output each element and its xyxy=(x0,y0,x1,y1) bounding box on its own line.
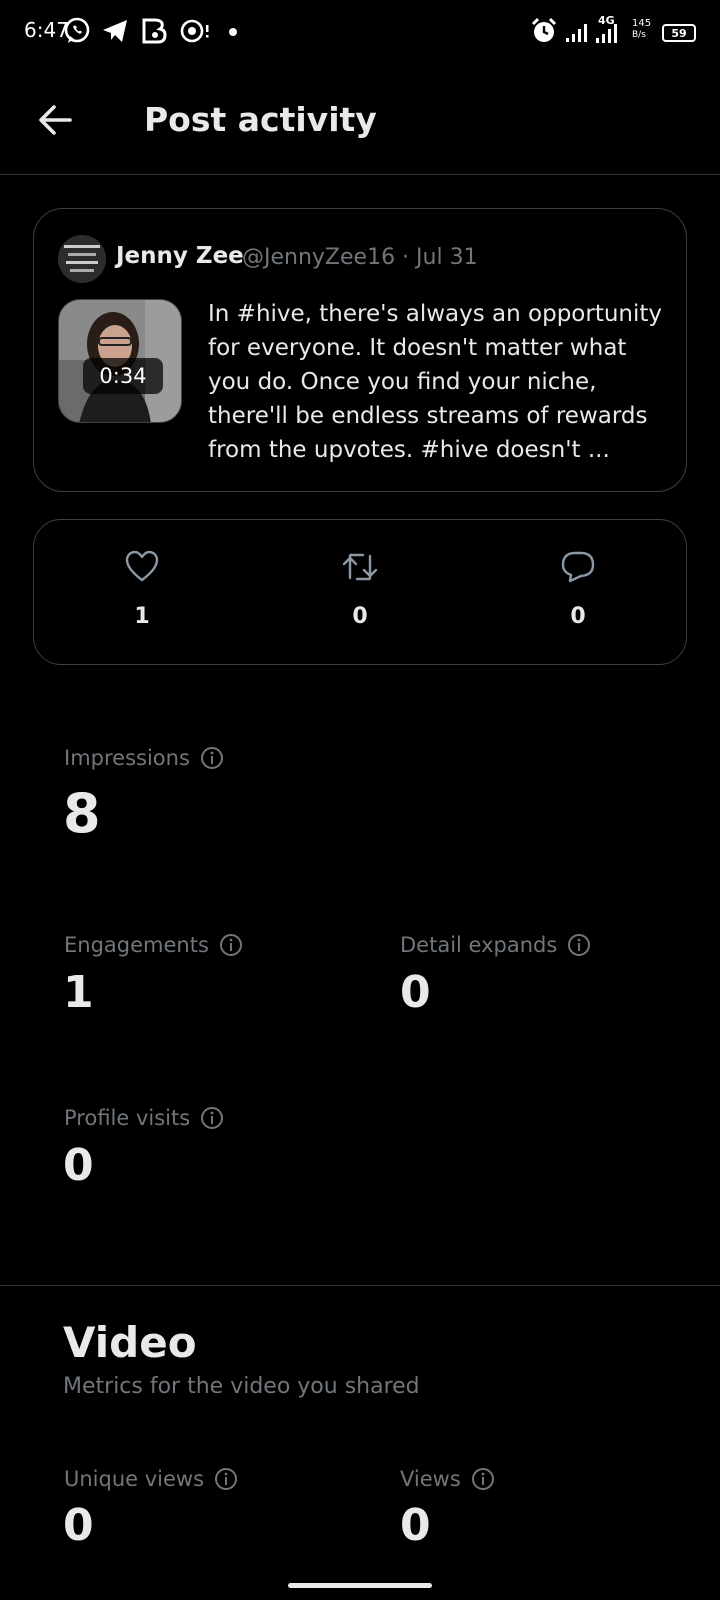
whatsapp-icon xyxy=(64,17,90,43)
info-icon[interactable] xyxy=(471,1467,495,1491)
impressions-label-text: Impressions xyxy=(64,746,190,770)
battery-icon: 59 xyxy=(662,24,696,42)
views-label-text: Views xyxy=(400,1467,461,1491)
back-button[interactable] xyxy=(30,94,82,146)
engagements-label-text: Engagements xyxy=(64,933,209,957)
profile-visits-label: Profile visits xyxy=(64,1106,224,1130)
profile-visits-value: 0 xyxy=(63,1140,94,1191)
network-type: 4G xyxy=(598,14,615,27)
home-indicator[interactable] xyxy=(288,1583,432,1588)
video-section-title: Video xyxy=(63,1318,197,1367)
impressions-value: 8 xyxy=(63,782,101,845)
repost-icon xyxy=(342,553,378,581)
chat-notification-icon xyxy=(180,19,209,43)
info-icon[interactable] xyxy=(567,933,591,957)
views-value: 0 xyxy=(400,1500,431,1551)
info-icon[interactable] xyxy=(200,746,224,770)
more-notifications-dot-icon xyxy=(229,28,237,36)
unique-views-label-text: Unique views xyxy=(64,1467,205,1491)
like-count-item[interactable]: 1 xyxy=(102,550,182,629)
engagements-label: Engagements xyxy=(64,933,243,957)
info-icon[interactable] xyxy=(214,1467,238,1491)
reply-count-item[interactable]: 0 xyxy=(538,550,618,629)
info-icon[interactable] xyxy=(200,1106,224,1130)
repost-count-item[interactable]: 0 xyxy=(320,550,400,629)
unique-views-value: 0 xyxy=(63,1500,94,1551)
detail-expands-value: 0 xyxy=(400,967,431,1018)
author-handle-date: @JennyZee16 · Jul 31 xyxy=(242,245,478,270)
battery-level: 59 xyxy=(671,27,687,40)
detail-expands-label: Detail expands xyxy=(400,933,591,957)
engagements-value: 1 xyxy=(63,967,94,1018)
profile-visits-label-text: Profile visits xyxy=(64,1106,191,1130)
reply-count: 0 xyxy=(570,604,586,629)
impressions-label: Impressions xyxy=(64,746,224,770)
detail-expands-label-text: Detail expands xyxy=(400,933,558,957)
telegram-icon xyxy=(103,20,127,42)
reply-bubble-icon xyxy=(561,551,595,583)
video-section-subtitle: Metrics for the video you shared xyxy=(63,1374,420,1399)
page-title: Post activity xyxy=(144,100,377,139)
status-bar: 6:47 4G 145 B/s 59 xyxy=(0,0,720,64)
net-speed-unit: B/s xyxy=(632,30,646,40)
net-speed-value: 145 xyxy=(632,18,652,29)
post-preview-card[interactable]: Jenny Zee @JennyZee16 · Jul 31 0:34 In #… xyxy=(33,208,687,492)
like-count: 1 xyxy=(134,604,150,629)
engagement-summary-card: 1 0 0 xyxy=(33,519,687,665)
section-divider xyxy=(0,1285,720,1286)
avatar[interactable] xyxy=(58,235,106,283)
views-label: Views xyxy=(400,1467,495,1491)
arrow-left-icon xyxy=(39,105,72,135)
video-duration-badge: 0:34 xyxy=(83,358,163,394)
unique-views-label: Unique views xyxy=(64,1467,238,1491)
alarm-icon xyxy=(531,17,557,42)
post-text: In #hive, there's always an opportunity … xyxy=(208,301,663,463)
repost-count: 0 xyxy=(352,604,368,629)
author-name[interactable]: Jenny Zee xyxy=(116,243,244,269)
app-notification-icon xyxy=(142,18,167,44)
heart-icon xyxy=(125,550,159,582)
signal-icon xyxy=(566,24,587,42)
header: Post activity xyxy=(0,64,720,175)
info-icon[interactable] xyxy=(219,933,243,957)
video-thumbnail[interactable]: 0:34 xyxy=(58,299,182,423)
